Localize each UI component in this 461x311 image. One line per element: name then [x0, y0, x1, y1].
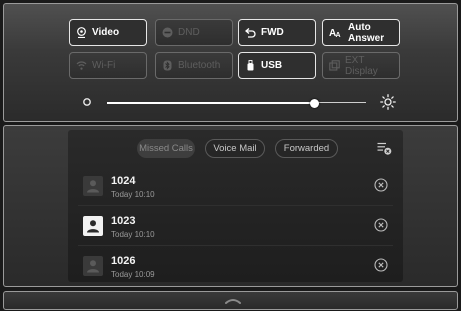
chevron-up-icon[interactable]	[225, 298, 241, 304]
video-icon	[77, 27, 86, 38]
tab-forwarded-label: Forwarded	[283, 143, 330, 154]
calls-panel: Missed Calls Voice Mail Forwarded 1024 T…	[3, 125, 458, 287]
contact-avatar	[83, 216, 103, 236]
brightness-high-icon	[380, 94, 396, 110]
call-number: 1026	[111, 255, 136, 267]
delete-call-icon[interactable]	[374, 178, 388, 192]
svg-text:A: A	[336, 32, 341, 38]
wifi-label: Wi-Fi	[92, 60, 116, 71]
tab-forwarded[interactable]: Forwarded	[275, 139, 338, 158]
call-time: Today 10:10	[111, 230, 155, 239]
tab-voice-mail[interactable]: Voice Mail	[205, 139, 265, 158]
usb-label: USB	[261, 60, 283, 71]
video-button[interactable]: Video	[69, 19, 147, 46]
row-divider	[78, 245, 393, 246]
person-icon	[87, 180, 99, 193]
bluetooth-button[interactable]: Bluetooth	[155, 52, 233, 79]
brightness-slider[interactable]	[107, 98, 366, 108]
dnd-icon	[162, 27, 173, 38]
auto-answer-label: Auto Answer	[348, 21, 385, 44]
auto-answer-button[interactable]: A A Auto Answer	[322, 19, 400, 46]
call-row[interactable]: 1026 Today 10:09	[68, 247, 403, 285]
person-icon	[87, 260, 99, 273]
person-icon	[87, 220, 99, 233]
ext-display-label: EXT Display	[345, 54, 378, 77]
clear-list-icon[interactable]	[377, 142, 392, 155]
call-number: 1024	[111, 175, 136, 187]
tab-voice-mail-label: Voice Mail	[213, 143, 257, 154]
call-time: Today 10:10	[111, 190, 155, 199]
delete-call-icon[interactable]	[374, 258, 388, 272]
fwd-button[interactable]: FWD	[238, 19, 316, 46]
wifi-icon	[76, 61, 87, 70]
bluetooth-icon	[163, 60, 172, 71]
ext-display-icon	[329, 60, 340, 71]
brightness-slider-fill	[107, 101, 315, 104]
call-row[interactable]: 1024 Today 10:10	[68, 167, 403, 205]
forward-icon	[245, 28, 256, 38]
usb-button[interactable]: USB	[238, 52, 316, 79]
bluetooth-label: Bluetooth	[178, 60, 221, 71]
call-time: Today 10:09	[111, 270, 155, 279]
tab-missed-calls[interactable]: Missed Calls	[137, 139, 195, 158]
brightness-row	[4, 92, 457, 112]
auto-answer-icon: A A	[329, 28, 341, 38]
usb-icon	[247, 60, 254, 71]
ext-display-button[interactable]: EXT Display	[322, 52, 400, 79]
contact-avatar	[83, 256, 103, 276]
brightness-low-icon	[83, 98, 91, 106]
call-row[interactable]: 1023 Today 10:10	[68, 207, 403, 245]
calls-card: Missed Calls Voice Mail Forwarded 1024 T…	[68, 130, 403, 282]
call-number: 1023	[111, 215, 136, 227]
quick-settings-panel: Video DND FWD A A Auto Answer Wi-Fi Blue…	[3, 3, 458, 122]
video-label: Video	[92, 27, 120, 38]
tab-missed-calls-label: Missed Calls	[139, 143, 193, 154]
wifi-button[interactable]: Wi-Fi	[69, 52, 147, 79]
brightness-slider-thumb[interactable]	[309, 98, 319, 108]
dnd-label: DND	[178, 27, 200, 38]
dnd-button[interactable]: DND	[155, 19, 233, 46]
fwd-label: FWD	[261, 27, 284, 38]
contact-avatar	[83, 176, 103, 196]
collapse-handle-panel[interactable]	[3, 291, 458, 310]
delete-call-icon[interactable]	[374, 218, 388, 232]
row-divider	[78, 205, 393, 206]
